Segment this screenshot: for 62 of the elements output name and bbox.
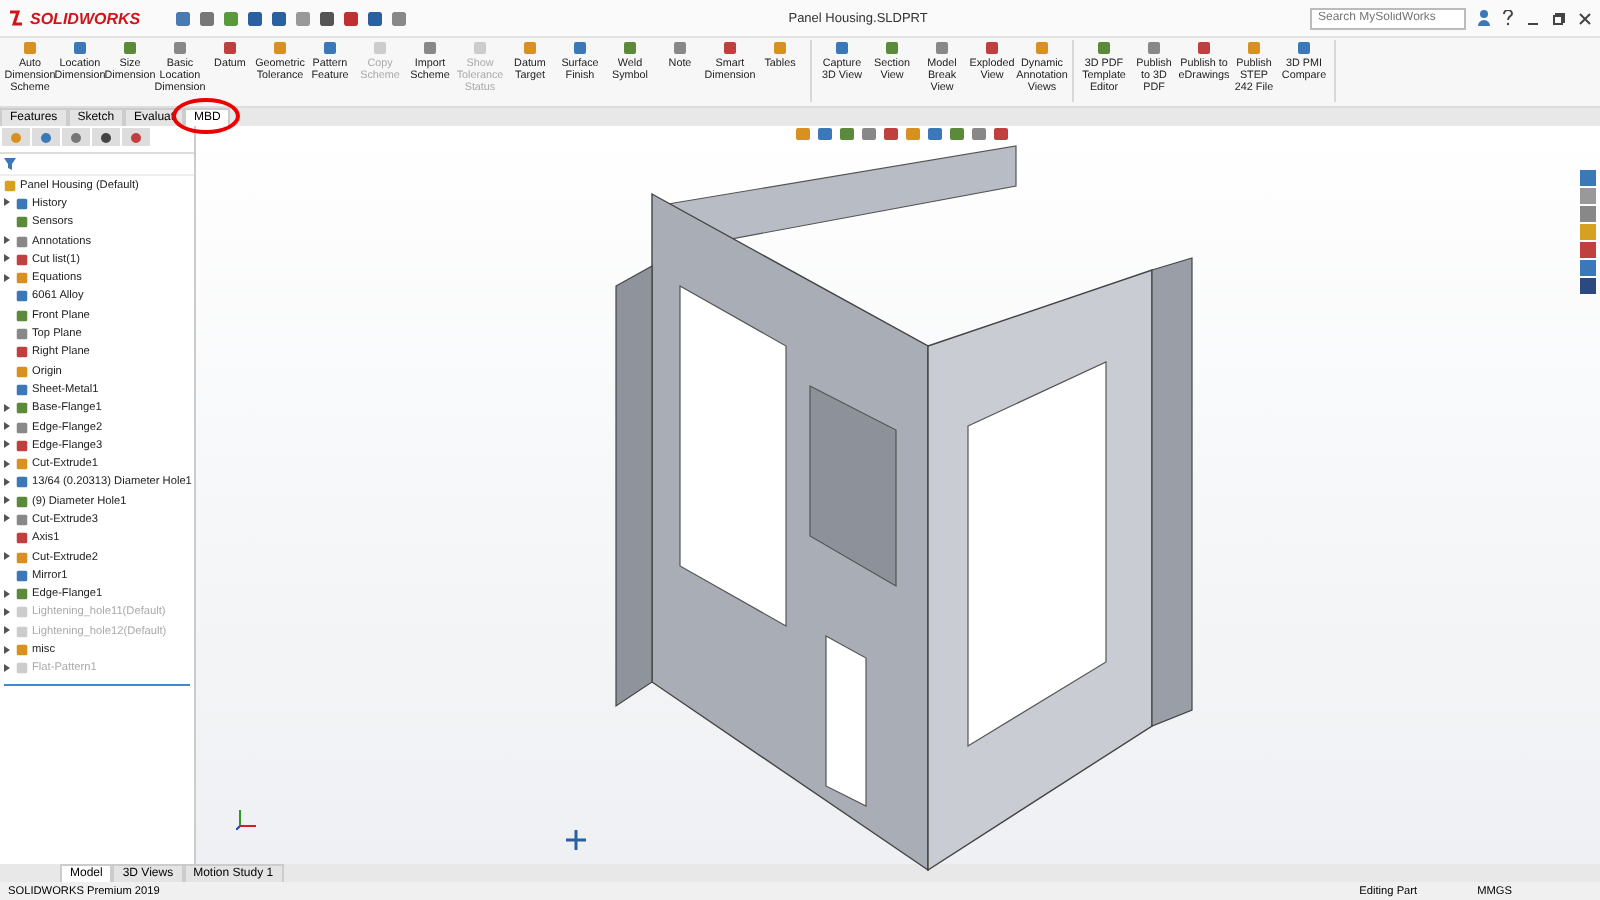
expand-arrow-icon[interactable]: [4, 477, 10, 486]
panel-tab-icon: [130, 131, 142, 143]
tool-icon: [172, 40, 188, 56]
filter-icon[interactable]: [4, 158, 16, 170]
tool-icon: [122, 40, 138, 56]
app-name: SOLIDWORKS: [30, 9, 141, 27]
tool-icon: [522, 40, 538, 56]
tool-icon: [934, 40, 950, 56]
expand-arrow-icon[interactable]: [4, 198, 10, 207]
tool-icon: [422, 40, 438, 56]
expand-arrow-icon[interactable]: [4, 645, 10, 654]
expand-arrow-icon[interactable]: [4, 459, 10, 468]
move-icon: [566, 830, 586, 850]
panel-tab[interactable]: [92, 128, 120, 146]
help-icon[interactable]: [1502, 10, 1514, 26]
tool-icon: [1096, 40, 1112, 56]
user-icon[interactable]: [1478, 10, 1490, 26]
expand-arrow-icon[interactable]: [4, 626, 10, 635]
tool-icon: [1196, 40, 1212, 56]
tool-icon: [884, 40, 900, 56]
panel-tab[interactable]: [32, 128, 60, 146]
expand-arrow-icon[interactable]: [4, 422, 10, 430]
tool-icon: [672, 40, 688, 56]
tool-icon: [622, 40, 638, 56]
tool-icon: [1246, 40, 1262, 56]
tool-icon: [984, 40, 1000, 56]
panel-tab-icon: [100, 131, 112, 143]
panel-tab-icon: [40, 131, 52, 143]
expand-arrow-icon[interactable]: [4, 607, 10, 616]
logo-icon: [8, 10, 26, 26]
tool-icon: [272, 40, 288, 56]
expand-arrow-icon[interactable]: [4, 589, 10, 598]
tool-icon: [834, 40, 850, 56]
tool-icon: [1146, 40, 1162, 56]
tool-icon: [472, 40, 488, 56]
restore-icon[interactable]: [1552, 11, 1566, 25]
tool-icon: [1296, 40, 1312, 56]
expand-arrow-icon[interactable]: [4, 236, 10, 245]
expand-arrow-icon[interactable]: [4, 440, 10, 449]
part-icon: [4, 179, 16, 192]
panel-tab[interactable]: [62, 128, 90, 146]
axis-triad-icon: [236, 806, 260, 830]
tool-icon: [722, 40, 738, 56]
tool-icon: [772, 40, 788, 56]
panel-tab[interactable]: [122, 128, 150, 146]
expand-arrow-icon[interactable]: [4, 514, 10, 523]
tool-icon: [72, 40, 88, 56]
expand-arrow-icon[interactable]: [4, 273, 10, 282]
tool-icon: [22, 40, 38, 56]
close-icon[interactable]: [1578, 11, 1592, 25]
tool-icon: [572, 40, 588, 56]
tool-icon: [322, 40, 338, 56]
panel-tab-icon: [70, 131, 82, 143]
tool-icon: [222, 40, 238, 56]
expand-arrow-icon[interactable]: [4, 403, 10, 412]
expand-arrow-icon[interactable]: [4, 663, 10, 672]
expand-arrow-icon[interactable]: [4, 254, 10, 263]
expand-arrow-icon[interactable]: [4, 496, 10, 505]
panel-tab-icon: [10, 131, 22, 143]
expand-arrow-icon[interactable]: [4, 552, 10, 561]
tool-icon: [372, 40, 388, 56]
tool-icon: [1034, 40, 1050, 56]
